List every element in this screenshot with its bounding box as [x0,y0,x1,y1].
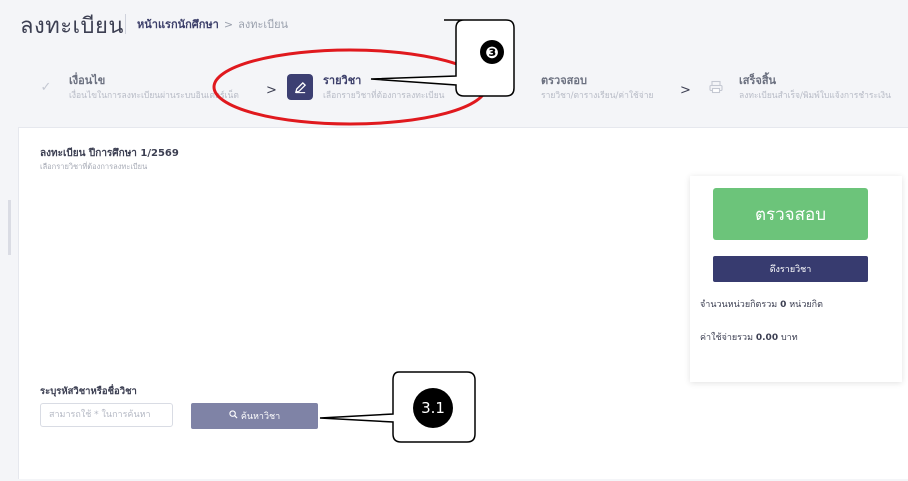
breadcrumb: หน้าแรกนักศึกษา > ลงทะเบียน [137,15,288,33]
registration-steps: ✓ เงื่อนไข เงื่อนไขในการลงทะเบียนผ่านระบ… [0,62,908,120]
pencil-icon [287,74,313,100]
top-bar: ลงทะเบียน หน้าแรกนักศึกษา > ลงทะเบียน [0,0,908,62]
callout-3-badge: ❸ [480,40,504,64]
search-button-label: ค้นหาวิชา [240,412,281,422]
step-label: ตรวจสอบ [541,74,587,87]
registration-title: ลงทะเบียน ปีการศึกษา 1/2569 [40,148,179,159]
chevron-right-icon: > [680,83,691,98]
total-cost: ค่าใช้จ่ายรวม 0.00 บาท [700,330,798,344]
printer-icon [703,74,729,100]
registration-subtitle: เลือกรายวิชาที่ต้องการลงทะเบียน [40,162,148,171]
cost-unit: บาท [780,333,798,343]
callout-3-1-badge: 3.1 [413,388,453,428]
total-credits: จำนวนหน่วยกิตรวม 0 หน่วยกิต [700,297,823,311]
search-course-button[interactable]: ค้นหาวิชา [191,403,318,429]
step-sub: เลือกรายวิชาที่ต้องการลงทะเบียน [323,91,445,101]
breadcrumb-separator: > [223,18,234,31]
sidebar-edge [8,200,11,255]
course-search-input[interactable] [40,403,173,427]
check-icon: ✓ [40,79,52,95]
credits-value: 0 [780,300,787,310]
breadcrumb-home-link[interactable]: หน้าแรกนักศึกษา [137,18,219,31]
chevron-right-icon: > [266,83,277,98]
credits-unit: หน่วยกิต [789,300,823,310]
step-label: รายวิชา [323,74,362,87]
title-divider [125,14,126,34]
page-title: ลงทะเบียน [20,14,124,39]
breadcrumb-current: ลงทะเบียน [238,18,289,31]
credits-label: จำนวนหน่วยกิตรวม [700,300,778,310]
step-label: เสร็จสิ้น [739,74,777,87]
step-sub: เงื่อนไขในการลงทะเบียนผ่านระบบอินเตอร์เน… [69,91,239,101]
step-label: เงื่อนไข [69,74,106,87]
step-sub: ลงทะเบียนสำเร็จ/พิมพ์ใบแจ้งการชำระเงิน [739,91,891,101]
cost-value: 0.00 [755,333,779,343]
cost-label: ค่าใช้จ่ายรวม [700,333,753,343]
search-icon [229,410,238,422]
check-button[interactable]: ตรวจสอบ [713,188,868,240]
step-sub: รายวิชา/ตารางเรียน/ค่าใช้จ่าย [541,91,654,101]
search-label: ระบุรหัสวิชาหรือชื่อวิชา [40,386,137,397]
pull-courses-button[interactable]: ดึงรายวิชา [713,256,868,282]
